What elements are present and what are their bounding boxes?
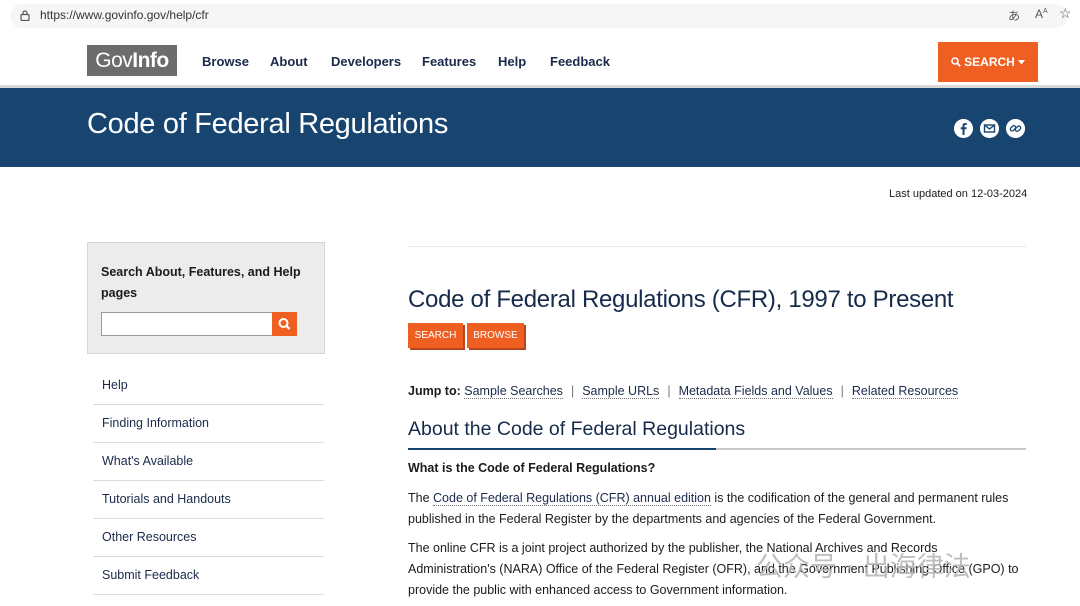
- nav-about[interactable]: About: [270, 54, 308, 69]
- jump-separator: |: [570, 384, 575, 398]
- watermark: 公众号 · 出海律法: [756, 552, 971, 583]
- lock-icon[interactable]: [20, 10, 30, 21]
- header-search-button[interactable]: SEARCH: [938, 42, 1038, 82]
- content-divider: [408, 246, 1026, 247]
- sidebar-item-whats-available[interactable]: What's Available: [93, 443, 324, 481]
- section-rule-accent: [408, 448, 716, 450]
- cfr-annual-edition-link[interactable]: Code of Federal Regulations (CFR) annual…: [433, 491, 711, 506]
- header-search-label: SEARCH: [964, 55, 1015, 69]
- sidebar-search-button[interactable]: [272, 312, 297, 336]
- sidebar-item-tutorials[interactable]: Tutorials and Handouts: [93, 481, 324, 519]
- nav-features[interactable]: Features: [422, 54, 476, 69]
- p1-prefix: The: [408, 491, 434, 505]
- text-size-icon[interactable]: AA: [1035, 7, 1048, 21]
- jump-related-resources[interactable]: Related Resources: [851, 384, 959, 399]
- nav-help[interactable]: Help: [498, 54, 526, 69]
- nav-developers[interactable]: Developers: [331, 54, 401, 69]
- sidebar-item-other-resources[interactable]: Other Resources: [93, 519, 324, 557]
- sidebar-search-input[interactable]: [101, 312, 273, 336]
- cfr-search-button[interactable]: SEARCH: [408, 323, 463, 348]
- page-title: Code of Federal Regulations (CFR), 1997 …: [408, 286, 954, 313]
- sidebar-item-label: Finding Information: [102, 416, 210, 430]
- site-header: GovInfo Browse About Developers Features…: [0, 33, 1080, 85]
- sidebar-item-label: Help: [102, 378, 128, 392]
- sidebar-item-label: Submit Feedback: [102, 568, 200, 582]
- search-icon: [278, 318, 291, 330]
- govinfo-logo[interactable]: GovInfo: [87, 45, 177, 76]
- section-title: About the Code of Federal Regulations: [408, 418, 746, 440]
- url-text[interactable]: https://www.govinfo.gov/help/cfr: [40, 8, 209, 22]
- sidebar-item-label: Tutorials and Handouts: [102, 492, 231, 506]
- sidebar-item-label: What's Available: [102, 454, 194, 468]
- banner-title: Code of Federal Regulations: [87, 108, 449, 140]
- caret-down-icon: [1018, 60, 1026, 65]
- sidebar-item-label: Other Resources: [102, 530, 197, 544]
- section-question: What is the Code of Federal Regulations?: [408, 461, 656, 475]
- jump-sample-searches[interactable]: Sample Searches: [464, 384, 563, 399]
- facebook-icon[interactable]: [954, 119, 973, 138]
- browser-address-bar: https://www.govinfo.gov/help/cfr あ AA ☆: [0, 0, 1080, 34]
- read-aloud-icon[interactable]: あ: [1008, 7, 1020, 24]
- jump-metadata-fields[interactable]: Metadata Fields and Values: [678, 384, 833, 399]
- jump-separator: |: [840, 384, 844, 398]
- link-icon[interactable]: [1006, 119, 1025, 138]
- sidebar-item-help[interactable]: Help: [93, 367, 324, 405]
- sidebar-item-finding-information[interactable]: Finding Information: [93, 405, 324, 443]
- jump-separator: |: [667, 384, 671, 398]
- sidebar-search-label: Search About, Features, and Help pages: [101, 265, 301, 300]
- page-banner: Code of Federal Regulations: [0, 88, 1080, 167]
- cfr-browse-button[interactable]: BROWSE: [467, 323, 524, 348]
- jump-sample-urls[interactable]: Sample URLs: [582, 384, 660, 399]
- search-icon: [951, 57, 961, 67]
- sidebar-search-box: Search About, Features, and Help pages: [87, 242, 325, 354]
- star-icon[interactable]: ☆: [1059, 5, 1072, 22]
- jump-to-nav: Jump to: Sample Searches | Sample URLs | Met…: [408, 384, 959, 399]
- nav-browse[interactable]: Browse: [202, 54, 249, 69]
- sidebar-item-submit-feedback[interactable]: Submit Feedback: [93, 557, 324, 595]
- email-icon[interactable]: [980, 119, 999, 138]
- last-updated: Last updated on 12-03-2024: [889, 188, 1028, 200]
- nav-feedback[interactable]: Feedback: [550, 54, 610, 69]
- paragraph-1: The Code of Federal Regulations (CFR) an…: [408, 488, 1023, 530]
- logo-gov: Gov: [95, 49, 133, 72]
- jump-label: Jump to:: [408, 384, 461, 398]
- logo-info: Info: [132, 49, 169, 72]
